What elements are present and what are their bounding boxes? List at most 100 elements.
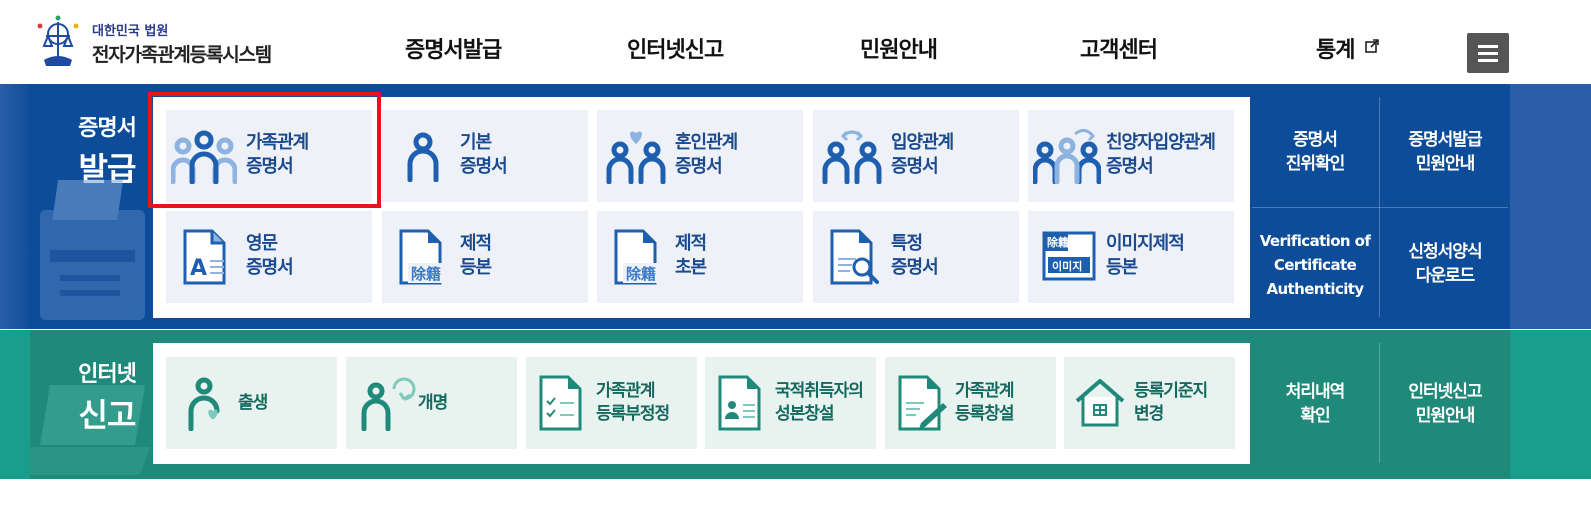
removed-stamp-text: 除籍 [411,265,442,283]
card-label-line1: 국적취득자의 [775,381,864,401]
card-label-line2: 증명서 [460,156,508,177]
card-adoption-certificate[interactable]: 입양관계 증명서 [813,110,1019,202]
card-label: 특정 증명서 [891,232,939,280]
link-verify-certificate[interactable]: 증명서 진위확인 [1255,128,1375,176]
card-label-line1: 등록기준지 [1134,381,1208,401]
site-header: 대한민국 법원 전자가족관계등록시스템 증명서발급 인터넷신고 민원안내 고객센… [0,0,1591,84]
internet-section-title: 인터넷 신고 [58,356,156,436]
nav-civil-guide[interactable]: 민원안내 [860,32,938,64]
card-label-line1: 입양관계 [891,132,954,153]
link-verification-authenticity[interactable]: Verification of Certificate Authenticity [1252,229,1378,301]
nav-statistics-label: 통계 [1316,38,1355,63]
hamburger-icon-bar [1478,52,1498,55]
side-link-line1: 신청서양식 [1408,242,1482,262]
section-title-big: 신고 [78,396,137,434]
write-doc-icon [898,375,947,431]
svg-text:A: A [190,256,207,281]
card-label: 등록기준지 변경 [1134,380,1208,426]
card-label: 가족관계 증명서 [246,131,309,179]
house-icon [1075,379,1125,427]
card-label-line2: 초본 [675,257,707,278]
hamburger-icon [1478,45,1498,48]
logo-title: 전자가족관계등록시스템 [92,44,272,66]
card-registration-base-change[interactable]: 등록기준지 변경 [1064,357,1235,449]
card-label-line1: 이미지제적 [1106,233,1185,254]
side-link-line2: 확인 [1300,406,1330,426]
card-register-correction[interactable]: 가족관계 등록부정정 [526,357,697,449]
link-form-download[interactable]: 신청서양식 다운로드 [1383,240,1507,288]
side-link-line2: 민원안내 [1415,154,1476,174]
card-image-removed-register[interactable]: 除籍 이미지 이미지제적 등본 [1028,211,1234,303]
card-label: 입양관계 증명서 [891,131,954,179]
card-label: 영문 증명서 [246,232,294,280]
family-icon [171,130,237,184]
person-icon [407,132,439,182]
card-label-line1: 친양자입양관계 [1106,132,1216,153]
nav-customer-center[interactable]: 고객센터 [1080,32,1158,64]
card-marriage-certificate[interactable]: 혼인관계 증명서 [597,110,803,202]
hamburger-menu-button[interactable] [1467,33,1509,73]
card-label: 제적 등본 [460,232,492,280]
side-link-line3: Authenticity [1266,280,1364,298]
section-title-small: 증명서 [78,116,137,141]
link-certificate-guide[interactable]: 증명서발급 민원안내 [1383,128,1507,176]
card-naturalized-surname[interactable]: 국적취득자의 성본창설 [705,357,876,449]
birth-icon [188,377,220,431]
printer-illustration-icon [40,180,145,320]
side-link-line1: 처리내역 [1285,382,1346,402]
card-label-line2: 등본 [460,257,492,278]
card-label: 가족관계 등록창설 [955,380,1015,426]
checklist-doc-icon [539,375,582,431]
card-label-line2: 증명서 [1106,156,1154,177]
nav-statistics[interactable]: 통계 [1316,32,1379,64]
nav-certificate[interactable]: 증명서발급 [405,32,502,64]
card-label-line2: 증명서 [891,156,939,177]
card-basic-certificate[interactable]: 기본 증명서 [382,110,588,202]
card-birth-report[interactable]: 출생 [166,357,337,449]
side-link-line1: Verification of [1259,232,1371,250]
card-label-line1: 혼인관계 [675,132,738,153]
side-divider [1379,343,1380,463]
card-label-line2: 등록부정정 [596,404,670,424]
card-rename-report[interactable]: 개명 [346,357,517,449]
nav-internet-report[interactable]: 인터넷신고 [627,32,724,64]
search-doc-icon [830,229,879,285]
card-register-creation[interactable]: 가족관계 등록창설 [885,357,1056,449]
link-internet-report-guide[interactable]: 인터넷신고 민원안내 [1383,380,1507,428]
card-label: 제적 초본 [675,232,707,280]
court-emblem-icon [37,15,79,66]
card-removed-register[interactable]: 除籍 제적 등본 [382,211,588,303]
certificate-section-title: 증명서 발급 [58,110,156,190]
card-label-line1: 제적 [675,233,707,254]
site-logo[interactable]: 대한민국 법원 전자가족관계등록시스템 [30,14,300,70]
card-label-line2: 증명서 [246,156,294,177]
link-process-history[interactable]: 처리내역 확인 [1255,380,1375,428]
card-label-line2: 등본 [1106,257,1138,278]
rename-icon [361,377,416,431]
adoption-icon [822,130,882,184]
side-link-line1: 증명서 [1293,130,1338,150]
section-title-small: 인터넷 [78,362,137,387]
card-removed-extract[interactable]: 除籍 제적 초본 [597,211,803,303]
side-link-line1: 인터넷신고 [1408,382,1482,402]
card-full-adoption-certificate[interactable]: 친양자입양관계 증명서 [1028,110,1234,202]
side-link-line1: 증명서발급 [1408,130,1482,150]
card-label-line1: 가족관계 [246,132,309,153]
card-label-line2: 변경 [1134,404,1164,424]
full-adoption-icon [1033,129,1101,184]
card-label: 출생 [238,393,268,413]
card-label-line1: 가족관계 [955,381,1015,401]
card-label-line2: 증명서 [246,257,294,278]
card-label-line1: 영문 [246,233,278,254]
card-label: 가족관계 등록부정정 [596,380,670,426]
card-family-certificate[interactable]: 가족관계 증명서 [166,110,372,202]
external-link-icon [1365,39,1379,53]
card-specific-certificate[interactable]: 특정 증명서 [813,211,1019,303]
logo-subtitle: 대한민국 법원 [92,24,169,39]
card-english-certificate[interactable]: A 영문 증명서 [166,211,372,303]
marriage-icon [606,131,666,184]
card-label: 국적취득자의 성본창설 [775,380,864,426]
english-doc-icon: A [183,229,226,285]
card-label-line1: 기본 [460,132,492,153]
card-label-line2: 성본창설 [775,404,835,424]
